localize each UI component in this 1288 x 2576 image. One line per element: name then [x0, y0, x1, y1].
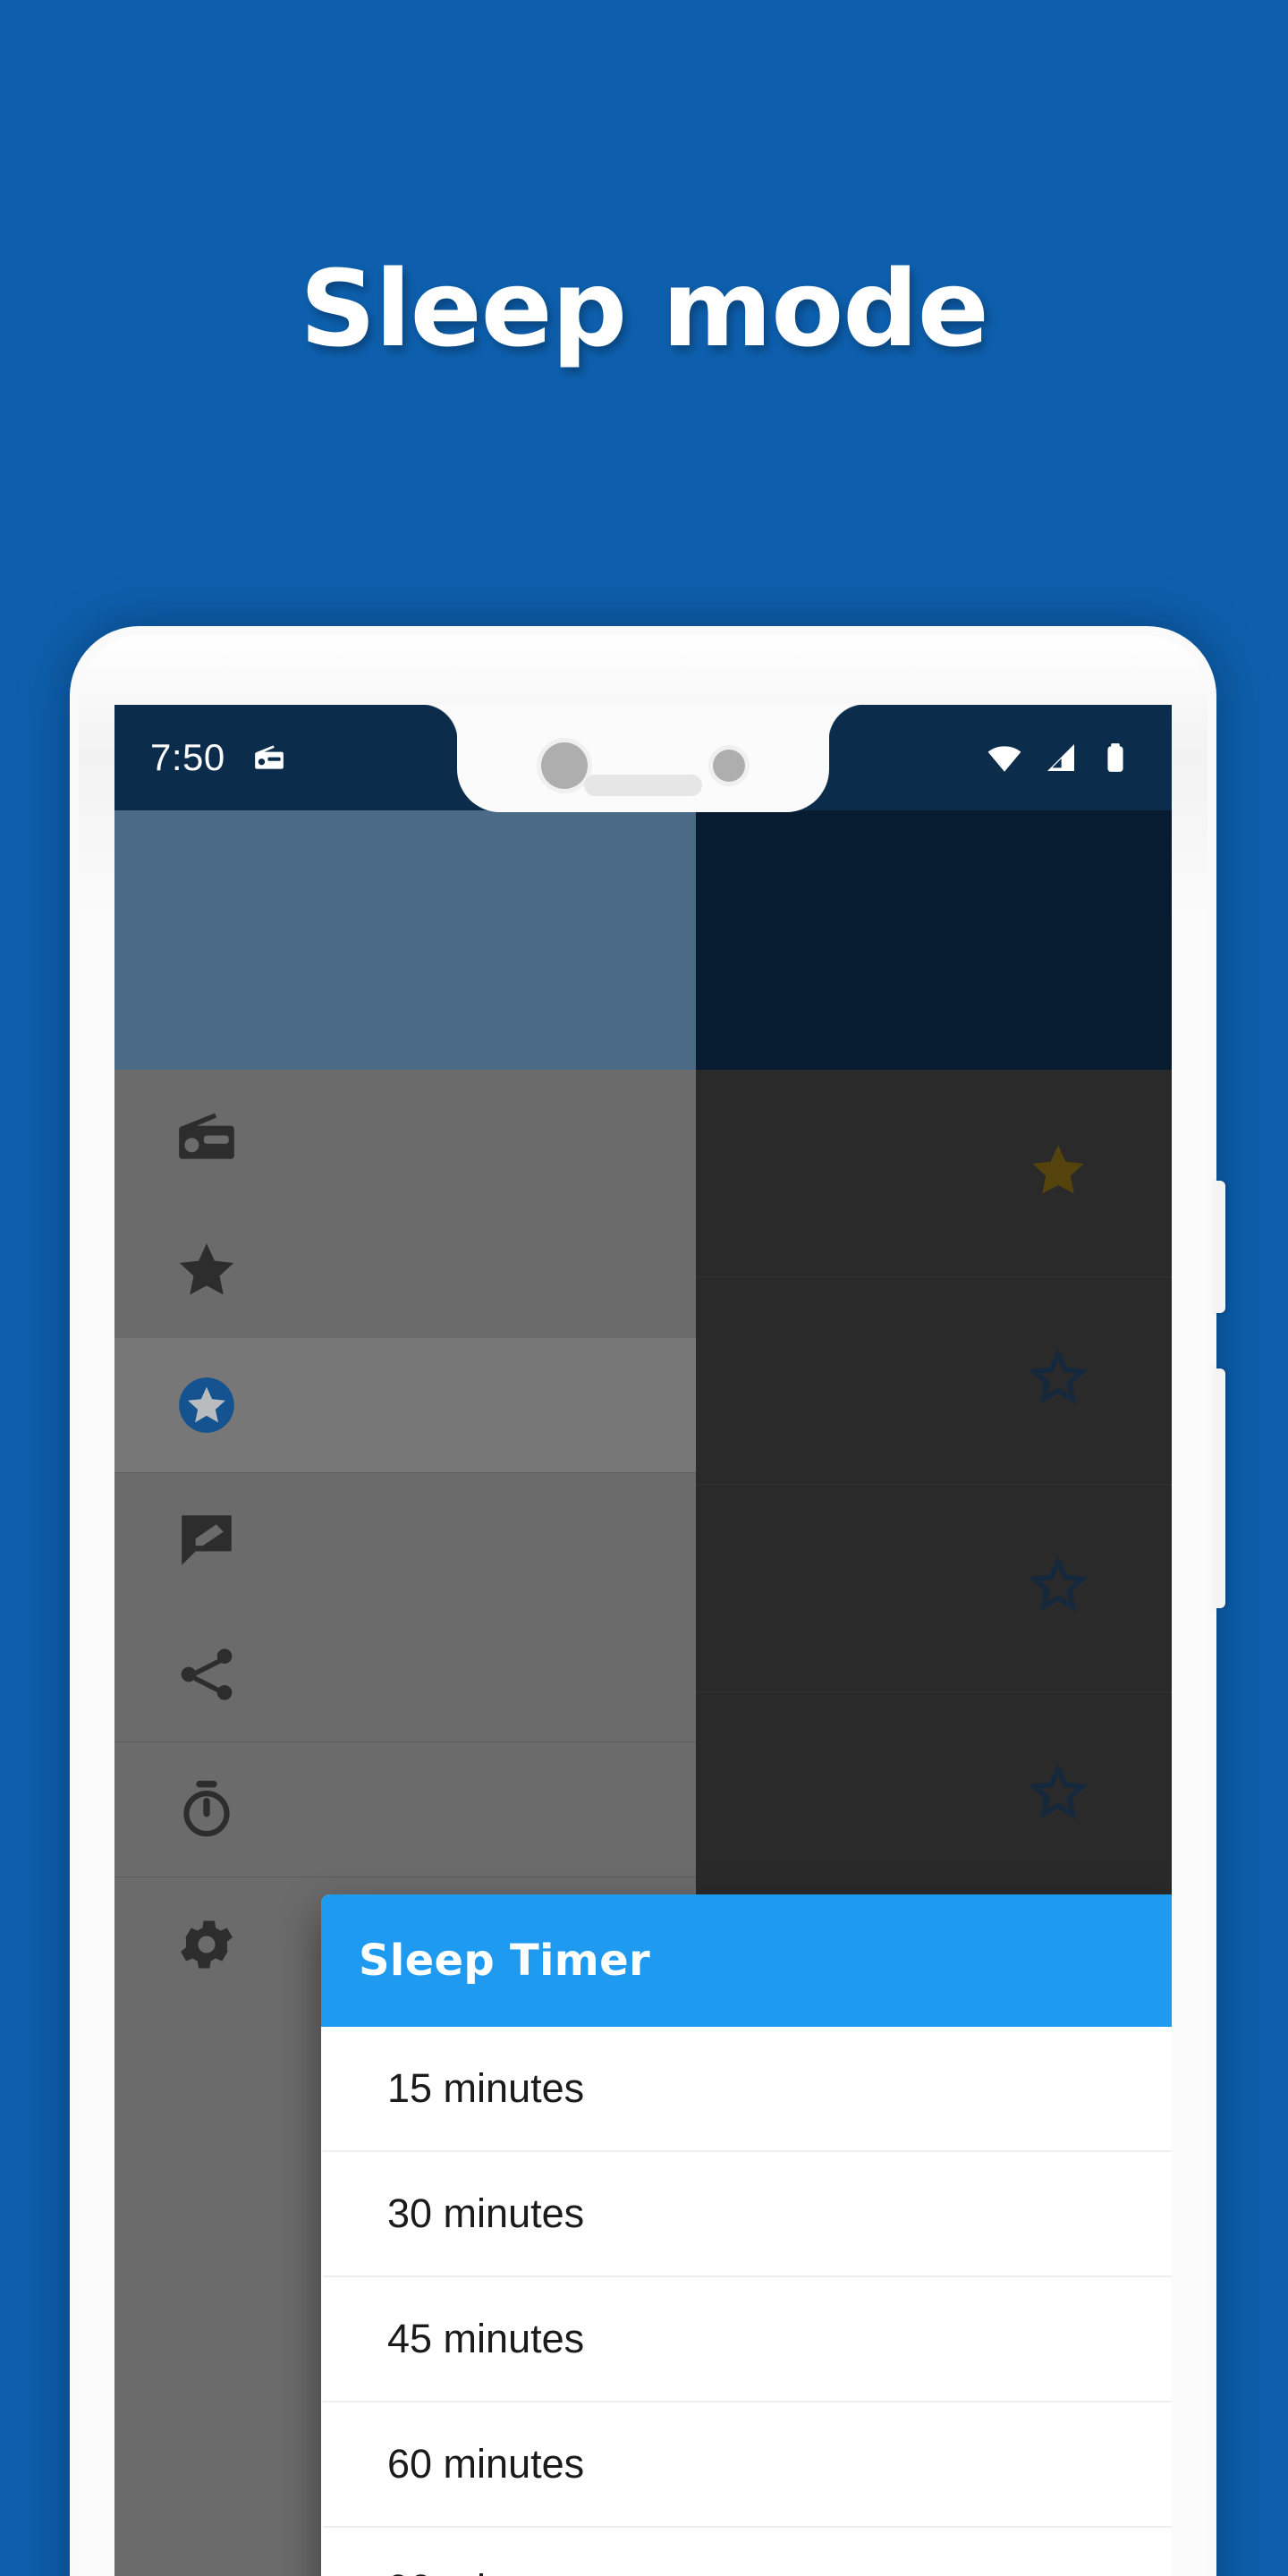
status-bar-right	[986, 739, 1132, 776]
phone-screen: Sleep Timer 15 minutes 30 minutes 45 min…	[114, 705, 1172, 2576]
list-item[interactable]: 30 minutes	[323, 2152, 1172, 2277]
dialog-header: Sleep Timer	[321, 1894, 1172, 2027]
power-button[interactable]	[1213, 1181, 1225, 1313]
front-camera-icon	[541, 742, 588, 789]
list-item[interactable]: 90 minutes	[323, 2528, 1172, 2576]
sleep-timer-dialog: Sleep Timer 15 minutes 30 minutes 45 min…	[321, 1894, 1172, 2576]
phone-device-frame: Sleep Timer 15 minutes 30 minutes 45 min…	[70, 626, 1225, 2576]
status-bar-clock: 7:50	[150, 736, 225, 778]
radio-notification-icon	[252, 741, 286, 775]
volume-button[interactable]	[1213, 1368, 1225, 1608]
list-item[interactable]: 45 minutes	[323, 2277, 1172, 2402]
page-title: Sleep mode	[300, 247, 989, 370]
sensor-icon	[713, 750, 745, 782]
phone-notch	[421, 705, 865, 812]
wifi-icon	[986, 739, 1023, 776]
status-bar-left: 7:50	[150, 736, 286, 779]
list-item[interactable]: 60 minutes	[323, 2402, 1172, 2528]
list-item[interactable]: 15 minutes	[323, 2027, 1172, 2152]
cellular-signal-icon	[1043, 740, 1079, 775]
sleep-timer-options: 15 minutes 30 minutes 45 minutes 60 minu…	[321, 2027, 1172, 2576]
earpiece-speaker	[584, 775, 702, 796]
dialog-title: Sleep Timer	[359, 1936, 650, 1986]
battery-icon	[1098, 741, 1132, 775]
